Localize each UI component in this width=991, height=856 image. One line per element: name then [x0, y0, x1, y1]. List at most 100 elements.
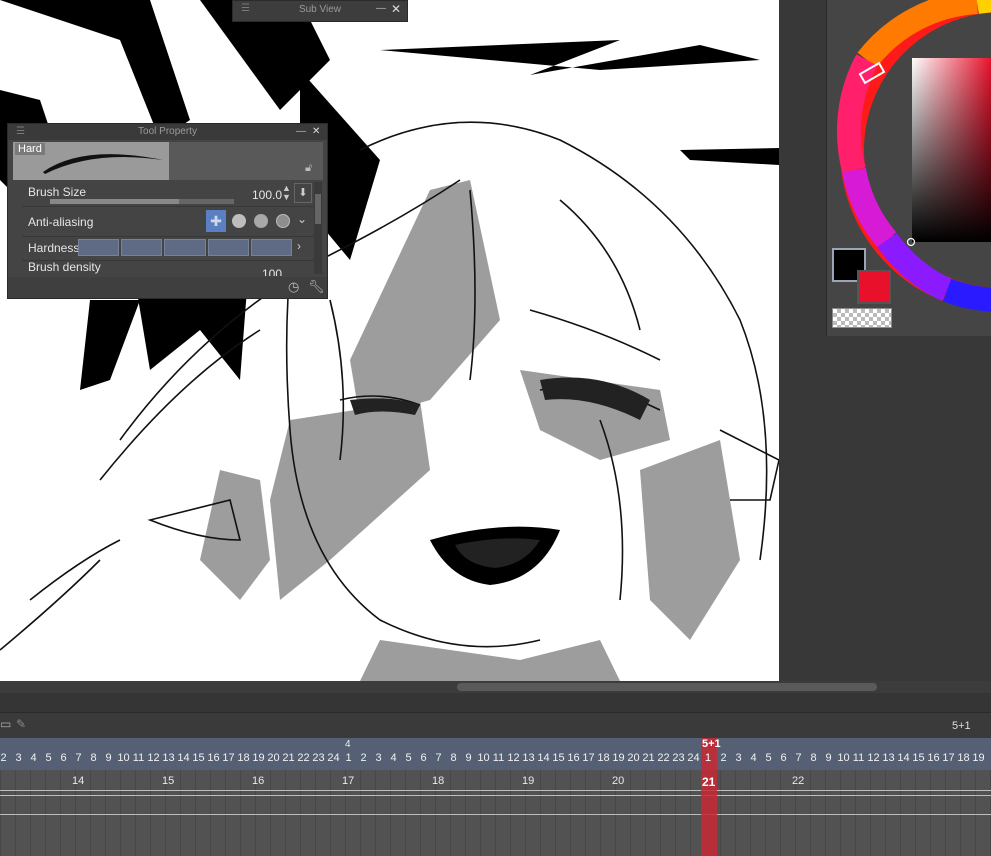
anti-aliasing-row[interactable]: Anti-aliasing ✚ ⌄	[22, 208, 314, 237]
frame-number: 16	[567, 752, 580, 764]
frame-number: 14	[537, 752, 550, 764]
frame-gridline	[840, 770, 841, 856]
brush-density-row[interactable]: Brush density 100	[22, 262, 314, 276]
frame-gridline	[270, 770, 271, 856]
frame-number: 15	[192, 752, 205, 764]
frame-gridline	[360, 770, 361, 856]
frame-gridline	[15, 770, 16, 856]
frame-number: 18	[237, 752, 250, 764]
aa-none-icon[interactable]: ✚	[206, 210, 226, 232]
chevron-right-icon[interactable]: ›	[297, 239, 301, 253]
frame-gridline	[120, 770, 121, 856]
frame-number: 23	[312, 752, 325, 764]
frame-gridline	[600, 770, 601, 856]
frame-number: 19	[252, 752, 265, 764]
frame-number: 19	[612, 752, 625, 764]
chevron-down-icon[interactable]: ⌄	[297, 212, 307, 226]
playhead-second: 21	[702, 775, 716, 789]
panel-scrollbar[interactable]	[314, 182, 322, 274]
cel-number: 4	[345, 739, 351, 750]
frame-number: 9	[465, 752, 472, 764]
frame-number: 22	[297, 752, 310, 764]
pencil-icon[interactable]: ✎	[16, 717, 26, 731]
subview-panel[interactable]: ☰ Sub View — ✕	[232, 0, 408, 22]
aa-strong-icon[interactable]	[276, 214, 290, 228]
aa-weak-icon[interactable]	[232, 214, 246, 228]
second-label: 18	[432, 775, 445, 787]
playhead-frame: 1	[705, 752, 712, 764]
minimize-icon[interactable]: —	[296, 124, 306, 140]
frame-number: 9	[105, 752, 112, 764]
frame-number: 15	[912, 752, 925, 764]
frame-number: 12	[867, 752, 880, 764]
second-label: 20	[612, 775, 625, 787]
folder-icon[interactable]: ▭	[0, 717, 11, 731]
frame-gridline	[750, 770, 751, 856]
frame-gridline	[630, 770, 631, 856]
color-wheel-panel[interactable]	[826, 0, 991, 336]
frame-number: 6	[420, 752, 427, 764]
frame-gridline	[330, 770, 331, 856]
transparent-color-swatch[interactable]	[832, 308, 892, 328]
menu-icon[interactable]: ☰	[16, 124, 25, 140]
frame-number: 4	[30, 752, 37, 764]
frame-gridline	[930, 770, 931, 856]
frame-gridline	[105, 770, 106, 856]
second-label: 22	[792, 775, 805, 787]
frame-number: 5	[45, 752, 52, 764]
frame-number: 21	[642, 752, 655, 764]
frame-number: 9	[825, 752, 832, 764]
reset-icon[interactable]: ◷	[288, 279, 299, 295]
frame-gridline	[660, 770, 661, 856]
lock-icon[interactable]: 🔓︎	[305, 162, 312, 175]
frame-gridline	[390, 770, 391, 856]
frame-number: 16	[207, 752, 220, 764]
frame-number: 2	[720, 752, 727, 764]
frame-gridline	[825, 770, 826, 856]
minimize-icon[interactable]: —	[376, 3, 386, 14]
playhead[interactable]: 5+1 1 21	[701, 738, 721, 856]
panel-gap	[0, 693, 991, 712]
timeline-toolbar: ▭ ✎ 5+1	[0, 712, 991, 739]
frame-number: 10	[477, 752, 490, 764]
second-label: 16	[252, 775, 265, 787]
sub-color-swatch[interactable]	[857, 270, 891, 304]
brush-size-row[interactable]: Brush Size 100.0 ▲ ▼ ⬇	[22, 182, 314, 207]
frame-number: 23	[672, 752, 685, 764]
second-label: 14	[72, 775, 85, 787]
frame-number: 1	[345, 752, 352, 764]
brush-size-slider[interactable]	[50, 199, 234, 204]
drawing-canvas[interactable]	[0, 0, 779, 681]
close-icon[interactable]: ✕	[312, 124, 320, 140]
hardness-selector[interactable]	[78, 239, 293, 256]
tool-property-panel[interactable]: ☰ Tool Property — ✕ Hard 🔓︎ Brush Size 1…	[7, 123, 328, 299]
frame-gridline	[765, 770, 766, 856]
frame-number: 3	[735, 752, 742, 764]
frame-gridline	[540, 770, 541, 856]
second-label: 19	[522, 775, 535, 787]
frame-number: 2	[360, 752, 367, 764]
close-icon[interactable]: ✕	[391, 2, 401, 16]
timeline-tracks[interactable]: 14 15 16 17 18 19 20 22	[0, 770, 991, 856]
frame-gridline	[285, 770, 286, 856]
second-label: 17	[342, 775, 355, 787]
wrench-icon[interactable]: 🔧︎	[308, 279, 325, 295]
frame-number: 24	[327, 752, 340, 764]
frame-gridline	[135, 770, 136, 856]
aa-medium-icon[interactable]	[254, 214, 268, 228]
frame-number: 17	[222, 752, 235, 764]
download-icon[interactable]: ⬇	[294, 183, 312, 203]
brush-preview[interactable]: Hard 🔓︎	[13, 142, 323, 180]
frame-gridline	[780, 770, 781, 856]
brush-size-label: Brush Size	[28, 185, 87, 199]
frame-gridline	[45, 770, 46, 856]
frame-number: 19	[972, 752, 985, 764]
spinner-icon[interactable]: ▲ ▼	[282, 184, 291, 202]
frame-gridline	[510, 770, 511, 856]
canvas-horizontal-scrollbar[interactable]	[0, 681, 991, 693]
timeline-header[interactable]: 4 2 3 4 5 6 7 8 9 10 11 12 13 14 15 16 17 18 19 20 21 22 23 24…	[0, 738, 991, 770]
brush-density-label: Brush density	[28, 262, 101, 274]
frame-number: 20	[627, 752, 640, 764]
frame-gridline	[885, 770, 886, 856]
hardness-row[interactable]: Hardness ›	[22, 238, 314, 261]
